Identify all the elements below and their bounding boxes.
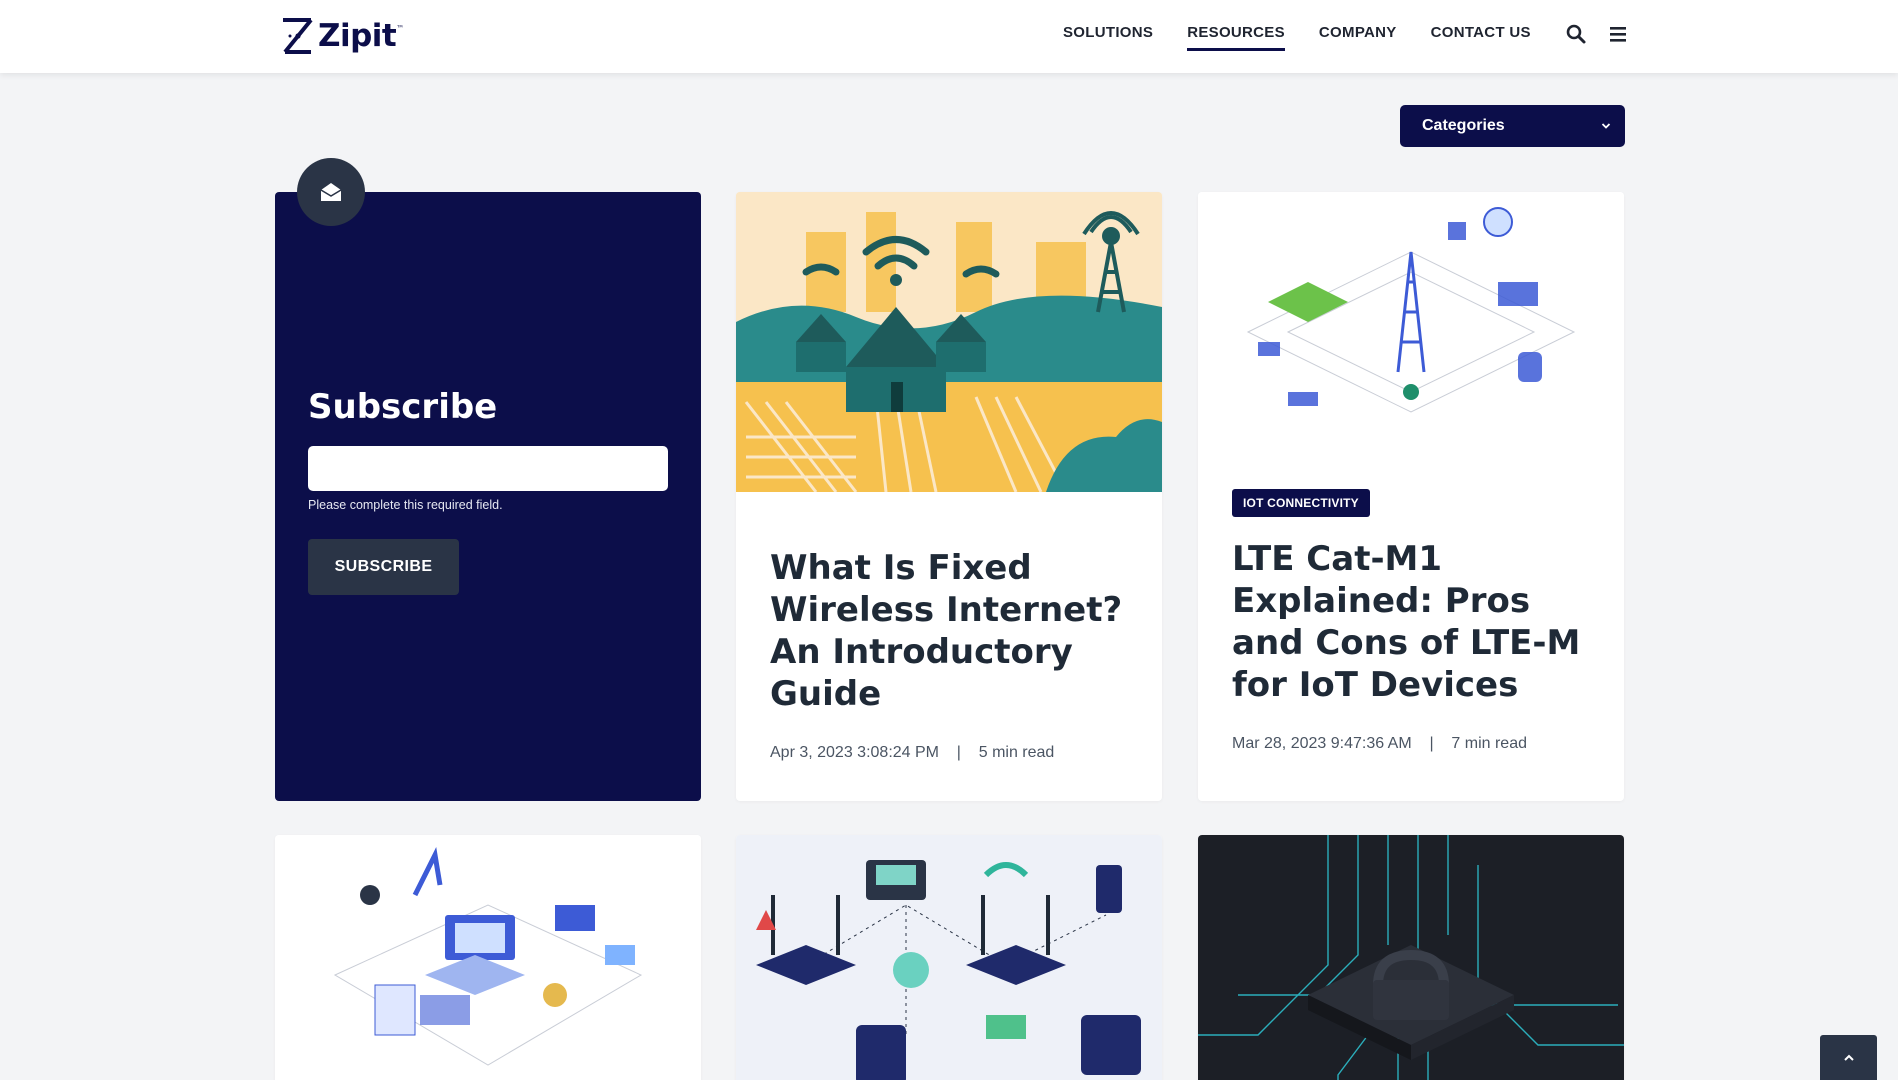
workflow-illustration <box>275 835 701 1080</box>
post-card[interactable] <box>736 835 1162 1080</box>
post-card[interactable] <box>275 835 701 1080</box>
post-title[interactable]: LTE Cat-M1 Explained: Pros and Cons of L… <box>1232 538 1602 706</box>
back-to-top-button[interactable] <box>1820 1035 1877 1080</box>
zipit-logo-icon <box>283 18 313 54</box>
post-date: Apr 3, 2023 3:08:24 PM <box>770 744 939 761</box>
payment-terminals-illustration <box>736 835 1162 1080</box>
logo-text: Zipit™ <box>318 18 404 54</box>
categories-label: Categories <box>1422 117 1505 134</box>
chevron-down-icon <box>1601 123 1611 129</box>
site-header: Zipit™ SOLUTIONS RESOURCES COMPANY CONTA… <box>0 0 1898 73</box>
email-field[interactable] <box>308 446 668 491</box>
post-date: Mar 28, 2023 9:47:36 AM <box>1232 735 1412 752</box>
category-tag[interactable]: IOT CONNECTIVITY <box>1232 489 1370 517</box>
nav-contact-us[interactable]: CONTACT US <box>1431 24 1531 51</box>
envelope-open-icon <box>297 158 365 226</box>
nav-resources[interactable]: RESOURCES <box>1187 24 1285 51</box>
post-meta: Mar 28, 2023 9:47:36 AM | 7 min read <box>1232 735 1527 752</box>
post-read-time: 7 min read <box>1451 735 1527 752</box>
secure-chip-illustration <box>1198 835 1624 1080</box>
iot-network-illustration <box>1198 192 1624 442</box>
nav-solutions[interactable]: SOLUTIONS <box>1063 24 1153 51</box>
subscribe-card: Subscribe Please complete this required … <box>275 192 701 801</box>
post-title[interactable]: What Is Fixed Wireless Internet? An Intr… <box>770 547 1130 715</box>
search-icon[interactable] <box>1565 23 1587 45</box>
zipit-logo[interactable]: Zipit™ <box>281 14 404 58</box>
subscribe-title: Subscribe <box>308 387 498 427</box>
chevron-up-icon <box>1843 1054 1854 1061</box>
post-card[interactable]: What Is Fixed Wireless Internet? An Intr… <box>736 192 1162 801</box>
main-nav: SOLUTIONS RESOURCES COMPANY CONTACT US <box>1063 24 1649 51</box>
fixed-wireless-illustration <box>736 192 1162 492</box>
nav-company[interactable]: COMPANY <box>1319 24 1397 51</box>
post-meta: Apr 3, 2023 3:08:24 PM | 5 min read <box>770 744 1055 761</box>
subscribe-button[interactable]: SUBSCRIBE <box>308 539 459 595</box>
required-field-error: Please complete this required field. <box>308 498 503 512</box>
categories-dropdown[interactable]: Categories <box>1400 105 1625 147</box>
post-read-time: 5 min read <box>978 744 1055 761</box>
post-card[interactable] <box>1198 835 1624 1080</box>
post-card[interactable]: IOT CONNECTIVITY LTE Cat-M1 Explained: P… <box>1198 192 1624 801</box>
hamburger-menu-icon[interactable] <box>1607 23 1629 45</box>
